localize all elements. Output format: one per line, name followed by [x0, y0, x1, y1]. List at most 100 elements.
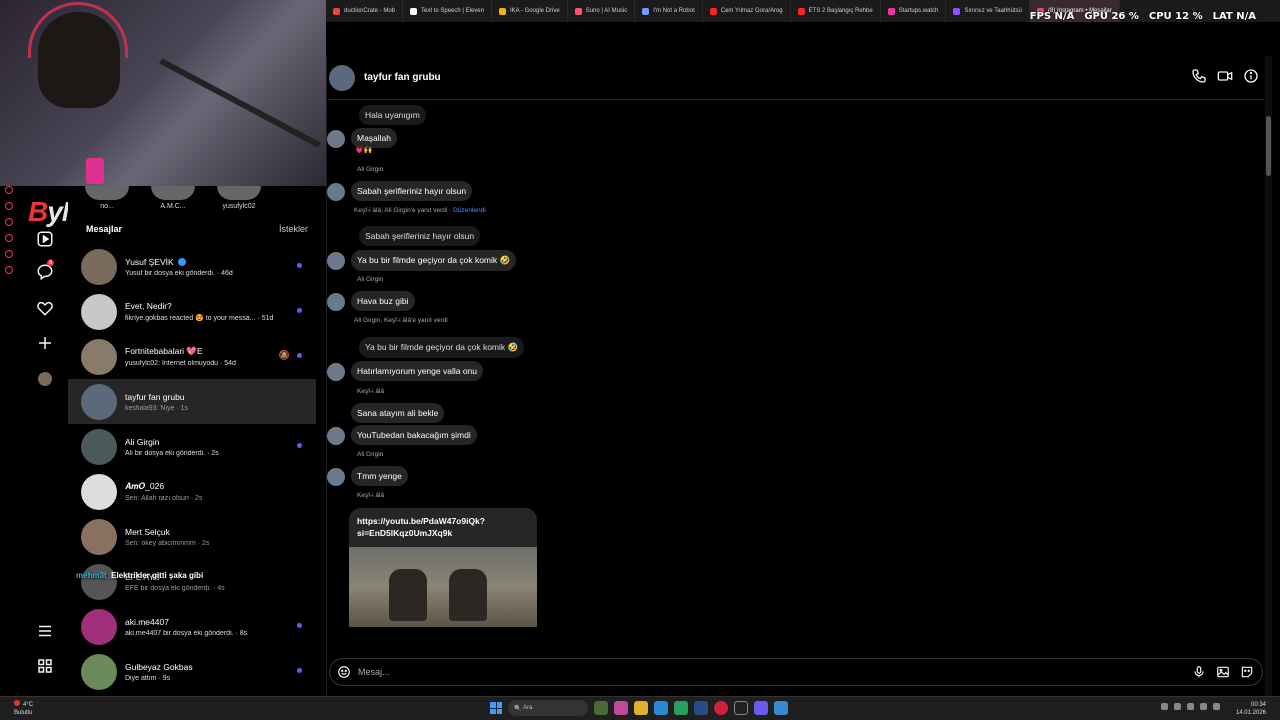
- conversation-item[interactable]: Mert Selçuk Sen: okey abicimmmm · 2s: [68, 514, 316, 559]
- message-bubble[interactable]: Ya bu bir filmde geçiyor da çok komik 🤣: [351, 250, 517, 271]
- tray-icon[interactable]: [1200, 703, 1207, 710]
- tray-icon[interactable]: [1161, 703, 1168, 710]
- browser-tab[interactable]: IKA - Google Drive: [492, 0, 568, 22]
- chat-title[interactable]: tayfur fan grubu: [364, 72, 441, 83]
- conversation-item[interactable]: Gulbeyaz Gokbas Diye attım · 9s: [68, 649, 316, 694]
- unread-dot: [297, 443, 302, 448]
- sender-name: Keşf-i âlâ: [357, 492, 385, 499]
- sticker-icon[interactable]: [1240, 665, 1254, 679]
- chat-scrollbar[interactable]: [1265, 56, 1272, 696]
- story-item[interactable]: yusufylc02: [216, 186, 262, 210]
- story-avatar[interactable]: [217, 186, 261, 200]
- tray-icon[interactable]: [1213, 703, 1220, 710]
- message-bubble[interactable]: YouTubedan bakacağım şimdi: [351, 425, 477, 445]
- sender-avatar[interactable]: [327, 427, 345, 445]
- create-plus-icon[interactable]: [35, 333, 55, 353]
- reels-icon[interactable]: [35, 229, 55, 249]
- message-bubble[interactable]: Sabah şerifleriniz hayır olsun: [351, 181, 473, 201]
- youtube-link-card[interactable]: https://youtu.be/PdaW47o9iQk?si=EnD5lKqz…: [349, 508, 537, 627]
- conversation-item[interactable]: EFE AYS EFE bir dosya eki gönderdi. · 4s m…: [68, 559, 316, 604]
- video-call-icon[interactable]: [1217, 68, 1233, 84]
- mini-icon: [5, 250, 13, 258]
- notifications-heart-icon[interactable]: [35, 298, 55, 318]
- more-apps-icon[interactable]: [35, 656, 55, 676]
- story-item[interactable]: no...: [84, 186, 130, 210]
- tab-favicon-icon: [410, 7, 418, 15]
- browser-tab[interactable]: ETS 2 Başlangıç Rehbe: [791, 0, 881, 22]
- sender-avatar[interactable]: [327, 363, 345, 381]
- browser-tab[interactable]: Suno | AI Music: [568, 0, 636, 22]
- conversation-text: Yusuf ŞEVİK Yusuf bir dosya eki gönderdi.…: [125, 257, 285, 277]
- app-icon[interactable]: [734, 701, 748, 715]
- messages-icon[interactable]: 8: [35, 260, 55, 282]
- message-input[interactable]: [358, 667, 1138, 677]
- app-icon[interactable]: [694, 701, 708, 715]
- menu-icon[interactable]: [35, 621, 55, 641]
- tab-favicon-icon: [797, 7, 805, 15]
- tray-icon[interactable]: [1174, 703, 1181, 710]
- video-thumbnail[interactable]: [349, 547, 537, 627]
- browser-tab[interactable]: Startups.watch: [881, 0, 947, 22]
- story-avatar[interactable]: [85, 186, 129, 200]
- side-mini-icons: [5, 186, 19, 274]
- conversation-item[interactable]: 𝑨𝒎𝑶_026 Sen: Allah razı olsun · 2s: [68, 469, 316, 514]
- sender-avatar[interactable]: [327, 130, 345, 148]
- microphone-icon[interactable]: [1192, 665, 1206, 679]
- app-icon[interactable]: [614, 701, 628, 715]
- group-avatar[interactable]: [329, 64, 355, 91]
- requests-link[interactable]: İstekler: [279, 224, 308, 234]
- browser-tab[interactable]: Text to Speech | Eleven: [403, 0, 492, 22]
- app-icon[interactable]: [754, 701, 768, 715]
- app-icon[interactable]: [594, 701, 608, 715]
- profile-avatar[interactable]: [35, 369, 55, 389]
- quoted-reply[interactable]: Sabah şerifleriniz hayır olsun: [359, 226, 481, 246]
- phone-call-icon[interactable]: [1191, 68, 1207, 84]
- conversation-item[interactable]: Ali Girgin Ali bir dosya eki gönderdi. · …: [68, 424, 316, 469]
- edge-icon[interactable]: [654, 701, 668, 715]
- story-item[interactable]: A.M.C...: [150, 186, 196, 210]
- quoted-reply[interactable]: Ya bu bir filmde geçiyor da çok komik 🤣: [359, 337, 525, 358]
- tray-icon[interactable]: [1187, 703, 1194, 710]
- sender-avatar[interactable]: [327, 293, 345, 311]
- conversation-preview: aki.me4407 bir dosya eki gönderdi. · 8s: [125, 629, 248, 637]
- scrollbar-thumb[interactable]: [1266, 116, 1271, 176]
- conversation-item[interactable]: Fortnitebabalari 💖E yusufylc02: İnternet …: [68, 334, 316, 379]
- app-icon[interactable]: [674, 701, 688, 715]
- story-avatar[interactable]: [151, 186, 195, 200]
- conversation-item[interactable]: tayfur fan grubu kesfiala93: Niye · 1s: [68, 379, 316, 424]
- weather-widget[interactable]: 4°C Bulutlu: [14, 700, 33, 717]
- message-reaction[interactable]: 💗🙌: [355, 146, 372, 154]
- conversation-text: 𝑨𝒎𝑶_026 Sen: Allah razı olsun · 2s: [125, 481, 285, 502]
- emoji-icon[interactable]: [337, 665, 351, 679]
- conversation-item[interactable]: Yusuf ŞEVİK Yusuf bir dosya eki gönderdi.…: [68, 244, 316, 289]
- link-url[interactable]: https://youtu.be/PdaW47o9iQk?si=EnD5lKqz…: [349, 508, 537, 547]
- message-bubble[interactable]: Tmm yenge: [351, 466, 408, 486]
- sender-avatar[interactable]: [327, 252, 345, 270]
- unread-dot: [297, 353, 302, 358]
- clock[interactable]: 00:34 14.01.2026: [1236, 701, 1266, 717]
- quoted-reply[interactable]: Hala uyanıgım: [359, 105, 426, 125]
- folder-icon[interactable]: [634, 701, 648, 715]
- browser-tab[interactable]: I'm Not a Robot: [635, 0, 703, 22]
- avatar: [81, 518, 117, 555]
- sender-avatar[interactable]: [327, 468, 345, 486]
- message-bubble[interactable]: Sana atayım ali bekle: [351, 403, 445, 423]
- message-bubble[interactable]: Hava buz gibi: [351, 291, 415, 311]
- info-icon[interactable]: [1243, 68, 1259, 84]
- message-bubble[interactable]: Maşallah: [351, 128, 398, 148]
- browser-tab[interactable]: Cem Yılmaz Gora/Arog: [703, 0, 791, 22]
- mini-icon: [5, 186, 13, 194]
- conversation-preview: EFE bir dosya eki gönderdi. · 4s: [125, 584, 225, 592]
- unread-dot: [297, 263, 302, 268]
- message-bubble[interactable]: Hatırlamıyorum yenge valla onu: [351, 361, 484, 381]
- windows-start-icon[interactable]: [490, 702, 502, 714]
- conversation-item[interactable]: aki.me4407 aki.me4407 bir dosya eki gönde…: [68, 604, 316, 649]
- image-upload-icon[interactable]: [1216, 665, 1230, 679]
- app-icon[interactable]: [774, 701, 788, 715]
- opera-icon[interactable]: [714, 701, 728, 715]
- taskbar-search[interactable]: 🔍 Ara: [508, 700, 588, 716]
- conversation-item[interactable]: Evet, Nedir? fikriye.gokbas reacted 😍 to …: [68, 289, 316, 334]
- sender-avatar[interactable]: [327, 183, 345, 201]
- browser-tab[interactable]: Sınırsız ve Taahhütsü: [946, 0, 1030, 22]
- browser-tab[interactable]: ductionCrate - Mob: [326, 0, 404, 22]
